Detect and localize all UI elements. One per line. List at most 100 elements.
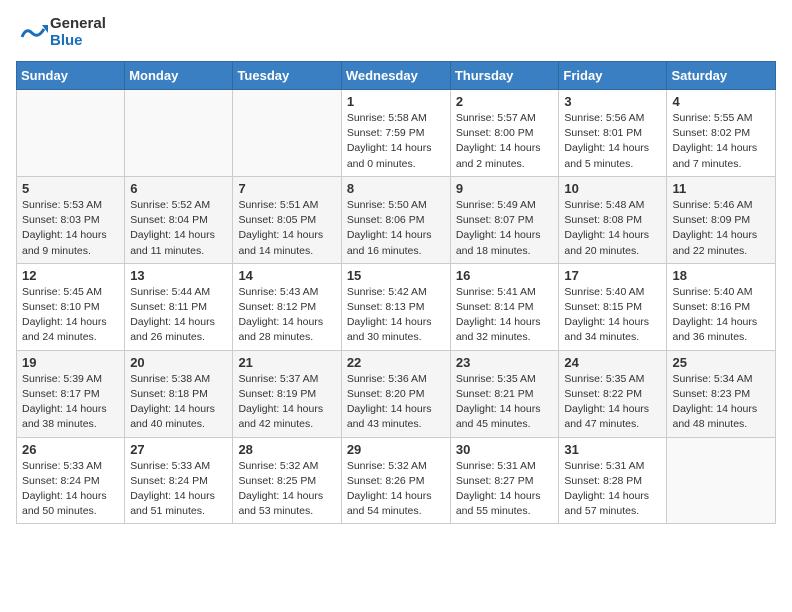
- cell-content: Sunrise: 5:44 AM Sunset: 8:11 PM Dayligh…: [130, 285, 227, 346]
- cell-content: Sunrise: 5:50 AM Sunset: 8:06 PM Dayligh…: [347, 198, 445, 259]
- cell-content: Sunrise: 5:37 AM Sunset: 8:19 PM Dayligh…: [238, 372, 335, 433]
- cell-content: Sunrise: 5:43 AM Sunset: 8:12 PM Dayligh…: [238, 285, 335, 346]
- cell-content: Sunrise: 5:34 AM Sunset: 8:23 PM Dayligh…: [672, 372, 770, 433]
- calendar-cell: [17, 90, 125, 177]
- cell-content: Sunrise: 5:53 AM Sunset: 8:03 PM Dayligh…: [22, 198, 119, 259]
- calendar-cell: 1 Sunrise: 5:58 AM Sunset: 7:59 PM Daylig…: [341, 90, 450, 177]
- calendar-cell: 4 Sunrise: 5:55 AM Sunset: 8:02 PM Daylig…: [667, 90, 776, 177]
- logo-container: General Blue: [16, 16, 106, 49]
- calendar-cell: 22 Sunrise: 5:36 AM Sunset: 8:20 PM Dayli…: [341, 350, 450, 437]
- calendar-cell: 2 Sunrise: 5:57 AM Sunset: 8:00 PM Daylig…: [450, 90, 559, 177]
- calendar-week-2: 5 Sunrise: 5:53 AM Sunset: 8:03 PM Daylig…: [17, 176, 776, 263]
- day-number: 6: [130, 181, 227, 196]
- cell-content: Sunrise: 5:45 AM Sunset: 8:10 PM Dayligh…: [22, 285, 119, 346]
- calendar-cell: 16 Sunrise: 5:41 AM Sunset: 8:14 PM Dayli…: [450, 263, 559, 350]
- calendar-cell: 31 Sunrise: 5:31 AM Sunset: 8:28 PM Dayli…: [559, 437, 667, 524]
- cell-content: Sunrise: 5:52 AM Sunset: 8:04 PM Dayligh…: [130, 198, 227, 259]
- cell-content: Sunrise: 5:40 AM Sunset: 8:16 PM Dayligh…: [672, 285, 770, 346]
- day-number: 13: [130, 268, 227, 283]
- day-number: 8: [347, 181, 445, 196]
- calendar-cell: 13 Sunrise: 5:44 AM Sunset: 8:11 PM Dayli…: [125, 263, 233, 350]
- calendar-header-friday: Friday: [559, 62, 667, 90]
- cell-content: Sunrise: 5:48 AM Sunset: 8:08 PM Dayligh…: [564, 198, 661, 259]
- cell-content: Sunrise: 5:56 AM Sunset: 8:01 PM Dayligh…: [564, 111, 661, 172]
- cell-content: Sunrise: 5:55 AM Sunset: 8:02 PM Dayligh…: [672, 111, 770, 172]
- day-number: 1: [347, 94, 445, 109]
- cell-content: Sunrise: 5:49 AM Sunset: 8:07 PM Dayligh…: [456, 198, 554, 259]
- calendar-cell: 18 Sunrise: 5:40 AM Sunset: 8:16 PM Dayli…: [667, 263, 776, 350]
- day-number: 20: [130, 355, 227, 370]
- calendar-cell: 10 Sunrise: 5:48 AM Sunset: 8:08 PM Dayli…: [559, 176, 667, 263]
- calendar-header-saturday: Saturday: [667, 62, 776, 90]
- day-number: 7: [238, 181, 335, 196]
- cell-content: Sunrise: 5:40 AM Sunset: 8:15 PM Dayligh…: [564, 285, 661, 346]
- calendar: SundayMondayTuesdayWednesdayThursdayFrid…: [16, 61, 776, 524]
- cell-content: Sunrise: 5:42 AM Sunset: 8:13 PM Dayligh…: [347, 285, 445, 346]
- calendar-header-sunday: Sunday: [17, 62, 125, 90]
- cell-content: Sunrise: 5:36 AM Sunset: 8:20 PM Dayligh…: [347, 372, 445, 433]
- day-number: 15: [347, 268, 445, 283]
- cell-content: Sunrise: 5:39 AM Sunset: 8:17 PM Dayligh…: [22, 372, 119, 433]
- cell-content: Sunrise: 5:33 AM Sunset: 8:24 PM Dayligh…: [130, 459, 227, 520]
- day-number: 10: [564, 181, 661, 196]
- calendar-header-wednesday: Wednesday: [341, 62, 450, 90]
- calendar-cell: 23Sunrise: 5:35 AM Sunset: 8:21 PM Dayli…: [450, 350, 559, 437]
- calendar-header-tuesday: Tuesday: [233, 62, 341, 90]
- cell-content: Sunrise: 5:31 AM Sunset: 8:28 PM Dayligh…: [564, 459, 661, 520]
- cell-content: Sunrise: 5:38 AM Sunset: 8:18 PM Dayligh…: [130, 372, 227, 433]
- calendar-cell: 14Sunrise: 5:43 AM Sunset: 8:12 PM Dayli…: [233, 263, 341, 350]
- calendar-cell: [233, 90, 341, 177]
- day-number: 28: [238, 442, 335, 457]
- calendar-cell: 30Sunrise: 5:31 AM Sunset: 8:27 PM Dayli…: [450, 437, 559, 524]
- calendar-cell: 5 Sunrise: 5:53 AM Sunset: 8:03 PM Daylig…: [17, 176, 125, 263]
- calendar-cell: [667, 437, 776, 524]
- calendar-cell: 6 Sunrise: 5:52 AM Sunset: 8:04 PM Daylig…: [125, 176, 233, 263]
- day-number: 21: [238, 355, 335, 370]
- logo-general-text: General: [50, 16, 106, 33]
- day-number: 17: [564, 268, 661, 283]
- calendar-cell: 20 Sunrise: 5:38 AM Sunset: 8:18 PM Dayli…: [125, 350, 233, 437]
- day-number: 4: [672, 94, 770, 109]
- day-number: 23: [456, 355, 554, 370]
- calendar-cell: 11Sunrise: 5:46 AM Sunset: 8:09 PM Dayli…: [667, 176, 776, 263]
- calendar-week-3: 12 Sunrise: 5:45 AM Sunset: 8:10 PM Dayli…: [17, 263, 776, 350]
- calendar-week-5: 26Sunrise: 5:33 AM Sunset: 8:24 PM Dayli…: [17, 437, 776, 524]
- calendar-cell: [125, 90, 233, 177]
- day-number: 5: [22, 181, 119, 196]
- calendar-cell: 24 Sunrise: 5:35 AM Sunset: 8:22 PM Dayli…: [559, 350, 667, 437]
- day-number: 31: [564, 442, 661, 457]
- calendar-cell: 3 Sunrise: 5:56 AM Sunset: 8:01 PM Daylig…: [559, 90, 667, 177]
- day-number: 24: [564, 355, 661, 370]
- header: General Blue: [16, 16, 776, 49]
- cell-content: Sunrise: 5:33 AM Sunset: 8:24 PM Dayligh…: [22, 459, 119, 520]
- calendar-cell: 17 Sunrise: 5:40 AM Sunset: 8:15 PM Dayli…: [559, 263, 667, 350]
- cell-content: Sunrise: 5:35 AM Sunset: 8:22 PM Dayligh…: [564, 372, 661, 433]
- calendar-cell: 27 Sunrise: 5:33 AM Sunset: 8:24 PM Dayli…: [125, 437, 233, 524]
- day-number: 2: [456, 94, 554, 109]
- calendar-cell: 29Sunrise: 5:32 AM Sunset: 8:26 PM Dayli…: [341, 437, 450, 524]
- calendar-cell: 8 Sunrise: 5:50 AM Sunset: 8:06 PM Daylig…: [341, 176, 450, 263]
- calendar-cell: 21 Sunrise: 5:37 AM Sunset: 8:19 PM Dayli…: [233, 350, 341, 437]
- cell-content: Sunrise: 5:57 AM Sunset: 8:00 PM Dayligh…: [456, 111, 554, 172]
- calendar-header-thursday: Thursday: [450, 62, 559, 90]
- calendar-header-monday: Monday: [125, 62, 233, 90]
- day-number: 16: [456, 268, 554, 283]
- day-number: 3: [564, 94, 661, 109]
- calendar-cell: 25Sunrise: 5:34 AM Sunset: 8:23 PM Dayli…: [667, 350, 776, 437]
- day-number: 11: [672, 181, 770, 196]
- calendar-cell: 9Sunrise: 5:49 AM Sunset: 8:07 PM Daylig…: [450, 176, 559, 263]
- cell-content: Sunrise: 5:41 AM Sunset: 8:14 PM Dayligh…: [456, 285, 554, 346]
- calendar-week-1: 1 Sunrise: 5:58 AM Sunset: 7:59 PM Daylig…: [17, 90, 776, 177]
- day-number: 18: [672, 268, 770, 283]
- day-number: 29: [347, 442, 445, 457]
- calendar-header-row: SundayMondayTuesdayWednesdayThursdayFrid…: [17, 62, 776, 90]
- logo-blue-text: Blue: [50, 33, 106, 50]
- day-number: 12: [22, 268, 119, 283]
- day-number: 22: [347, 355, 445, 370]
- cell-content: Sunrise: 5:31 AM Sunset: 8:27 PM Dayligh…: [456, 459, 554, 520]
- day-number: 27: [130, 442, 227, 457]
- cell-content: Sunrise: 5:32 AM Sunset: 8:25 PM Dayligh…: [238, 459, 335, 520]
- cell-content: Sunrise: 5:51 AM Sunset: 8:05 PM Dayligh…: [238, 198, 335, 259]
- cell-content: Sunrise: 5:58 AM Sunset: 7:59 PM Dayligh…: [347, 111, 445, 172]
- calendar-week-4: 19Sunrise: 5:39 AM Sunset: 8:17 PM Dayli…: [17, 350, 776, 437]
